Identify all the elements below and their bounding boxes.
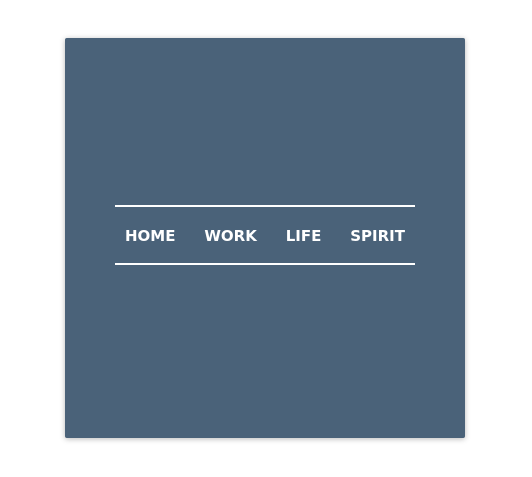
nav-item-home[interactable]: HOME xyxy=(125,227,175,244)
nav-item-spirit[interactable]: SPIRIT xyxy=(350,227,405,244)
nav-item-work[interactable]: WORK xyxy=(204,227,256,244)
nav-item-life[interactable]: LIFE xyxy=(286,227,322,244)
main-navigation: HOME WORK LIFE SPIRIT xyxy=(115,205,415,265)
menu-card: HOME WORK LIFE SPIRIT xyxy=(65,38,465,438)
